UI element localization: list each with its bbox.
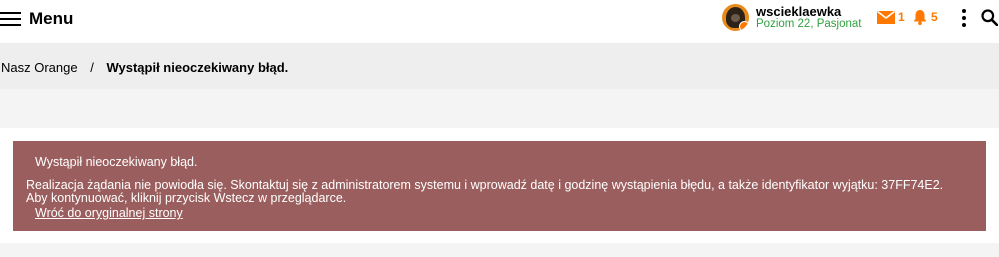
back-to-original-page-link[interactable]: Wróć do oryginalnej strony [35, 206, 183, 220]
username[interactable]: wscieklaewka [756, 4, 841, 19]
mail-icon [877, 10, 895, 24]
avatar[interactable] [722, 4, 749, 31]
breadcrumb: Nasz Orange / Wystąpił nieoczekiwany błą… [0, 43, 999, 89]
notifications-count: 5 [931, 10, 938, 24]
error-title: Wystąpił nieoczekiwany błąd. [35, 155, 198, 169]
messages-count: 1 [898, 10, 905, 24]
search-icon[interactable] [981, 9, 998, 26]
breadcrumb-home-link[interactable]: Nasz Orange [1, 60, 78, 75]
hamburger-icon [0, 11, 22, 27]
menu-label: Menu [29, 9, 74, 28]
error-message-line-2: Aby kontynuować, kliknij przycisk Wstecz… [26, 191, 347, 205]
more-vertical-icon[interactable] [961, 9, 967, 27]
breadcrumb-separator: / [90, 60, 94, 75]
bell-icon [913, 10, 927, 25]
notifications-button[interactable]: 5 [912, 9, 938, 25]
top-header: Menu wscieklaewka Poziom 22, Pasjonat 1 … [0, 0, 999, 43]
error-message: Realizacja żądania nie powiodła się. Sko… [26, 179, 943, 205]
messages-button[interactable]: 1 [877, 10, 905, 24]
error-alert: Wystąpił nieoczekiwany błąd. Realizacja … [13, 141, 986, 231]
user-level: Poziom 22, Pasjonat [756, 18, 862, 30]
breadcrumb-current: Wystąpił nieoczekiwany błąd. [106, 60, 289, 75]
menu-button[interactable]: Menu [0, 8, 73, 30]
